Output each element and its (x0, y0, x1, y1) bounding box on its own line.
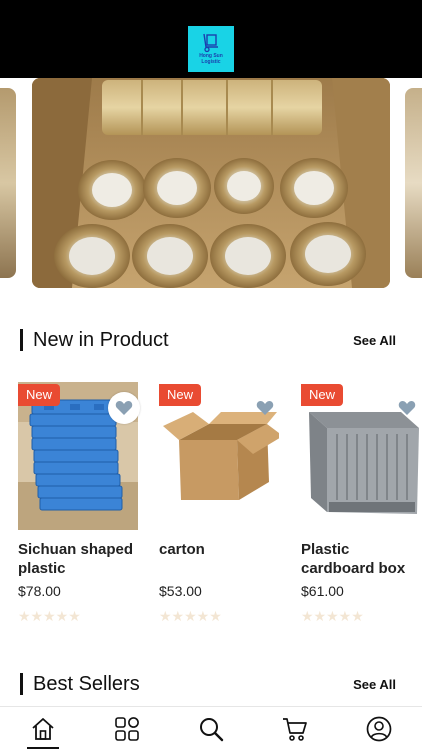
app-header: Hong Sun Logistic (0, 0, 422, 78)
favorite-heart-button[interactable] (108, 392, 140, 424)
hand-truck-icon (203, 33, 218, 53)
tab-cart[interactable] (282, 707, 308, 750)
home-icon (32, 718, 54, 740)
product-price: $61.00 (301, 583, 344, 599)
rating-stars: ★★★★★ (18, 608, 81, 625)
see-all-new-in-link[interactable]: See All (353, 333, 396, 348)
favorite-heart-button[interactable] (249, 392, 281, 424)
tab-categories[interactable] (114, 707, 140, 750)
new-badge: New (159, 384, 202, 406)
product-name[interactable]: Sichuan shaped plastic (18, 540, 150, 578)
heart-icon (256, 401, 274, 415)
product-card[interactable]: New Sichuan shaped plastic $78.00 ★★★★★ (18, 382, 154, 632)
banner-prev-slide[interactable] (0, 88, 16, 278)
rating-stars: ★★★★★ (301, 608, 364, 625)
search-icon (200, 718, 224, 742)
heart-icon (398, 401, 416, 415)
grid-icon (115, 717, 139, 741)
tab-search[interactable] (198, 707, 224, 750)
cart-icon (283, 718, 307, 741)
section-title-new-in: New in Product (20, 329, 169, 352)
banner-carousel[interactable] (0, 78, 422, 300)
section-title-best-sellers: Best Sellers (20, 673, 140, 696)
tape-rolls-image (32, 78, 390, 288)
product-name[interactable]: Plastic cardboard box (301, 540, 419, 578)
banner-next-slide[interactable] (405, 88, 422, 278)
rating-stars: ★★★★★ (159, 608, 222, 625)
new-in-product-list: New Sichuan shaped plastic $78.00 ★★★★★ … (0, 382, 422, 632)
logo-text-line2: Logistic (201, 59, 221, 65)
best-sellers-header: Best Sellers See All (20, 672, 402, 696)
product-price: $53.00 (159, 583, 202, 599)
new-badge: New (18, 384, 61, 406)
tab-profile[interactable] (366, 707, 392, 750)
new-in-product-header: New in Product See All (20, 328, 402, 352)
star-icons: ★★★★★ (159, 608, 222, 624)
profile-icon (366, 716, 392, 742)
bottom-tab-bar (0, 706, 422, 750)
product-card[interactable]: New carton $53.00 ★★★★★ (159, 382, 295, 632)
hong-sun-logo[interactable]: Hong Sun Logistic (188, 26, 234, 72)
heart-icon (115, 401, 133, 415)
favorite-heart-button[interactable] (391, 392, 422, 424)
product-card[interactable]: New Plastic cardboard box $61.00 ★★★★★ (301, 382, 422, 632)
star-icons: ★★★★★ (301, 608, 364, 624)
new-badge: New (301, 384, 344, 406)
tab-home[interactable] (27, 707, 59, 750)
see-all-best-sellers-link[interactable]: See All (353, 677, 396, 692)
product-name[interactable]: carton (159, 540, 291, 559)
star-icons: ★★★★★ (18, 608, 81, 624)
banner-slide-tape-rolls[interactable] (32, 78, 390, 288)
product-price: $78.00 (18, 583, 61, 599)
